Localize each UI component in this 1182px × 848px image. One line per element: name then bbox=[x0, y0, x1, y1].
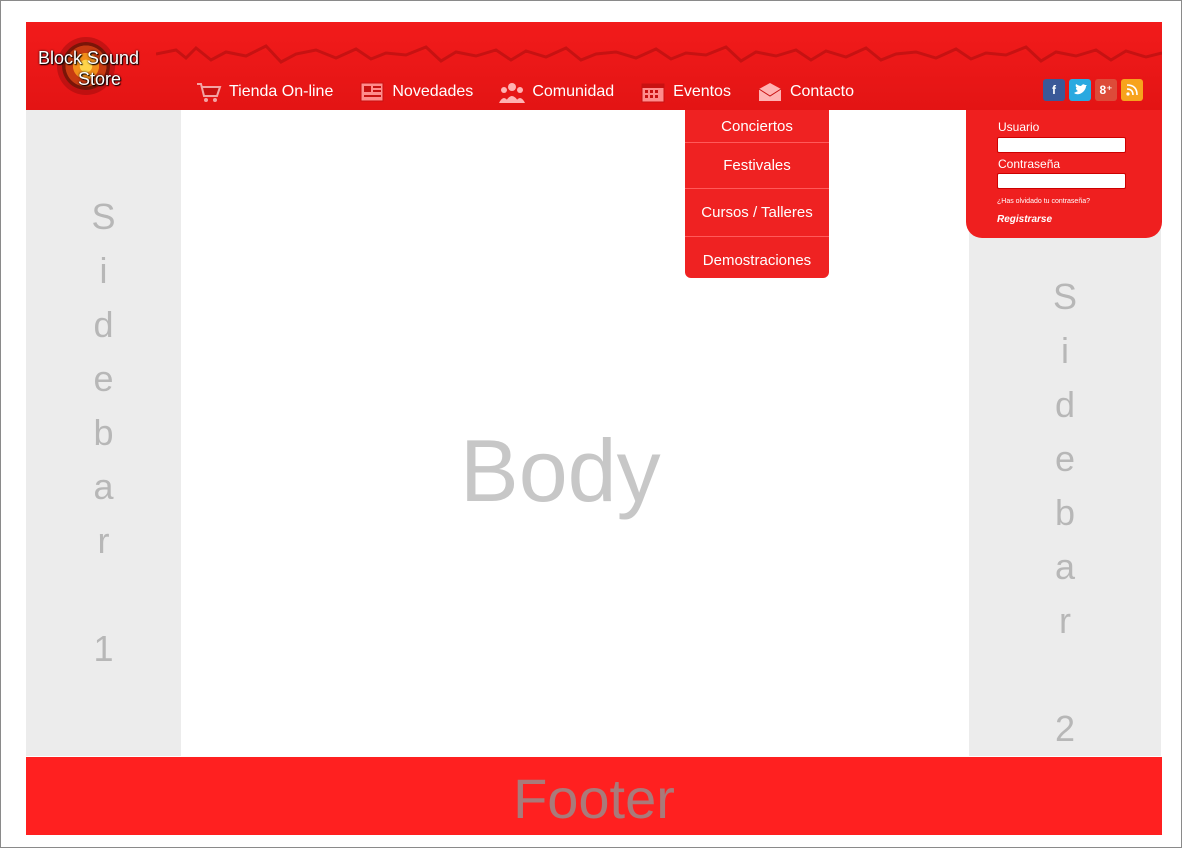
nav-item-comunidad[interactable]: Comunidad bbox=[499, 81, 614, 103]
nav-label: Eventos bbox=[673, 83, 731, 100]
dropdown-item-demostraciones[interactable]: Demostraciones bbox=[685, 252, 829, 269]
dropdown-item-festivales[interactable]: Festivales bbox=[685, 157, 829, 174]
username-input[interactable] bbox=[997, 137, 1126, 153]
newspaper-icon bbox=[359, 81, 385, 103]
password-input[interactable] bbox=[997, 173, 1126, 189]
dropdown-item-conciertos[interactable]: Conciertos bbox=[685, 118, 829, 135]
sidebar-letter: S bbox=[91, 196, 116, 237]
forgot-password-link[interactable]: ¿Has olvidado tu contraseña? bbox=[997, 198, 1090, 205]
sidebar-letter: b bbox=[93, 412, 114, 453]
google-plus-icon[interactable]: 8⁺ bbox=[1095, 79, 1117, 101]
sidebar-letter: 2 bbox=[1054, 708, 1076, 749]
sidebar-letter: a bbox=[1054, 546, 1076, 587]
nav-item-eventos[interactable]: Eventos bbox=[640, 81, 731, 103]
nav-label: Contacto bbox=[789, 83, 854, 100]
facebook-icon[interactable]: f bbox=[1043, 79, 1065, 101]
main-nav: Tienda On-line Novedades Comunidad Event… bbox=[196, 78, 880, 106]
nav-item-contacto[interactable]: Contacto bbox=[757, 81, 854, 103]
sidebar-letter: e bbox=[93, 358, 114, 399]
site-footer: Footer bbox=[26, 757, 1162, 835]
sidebar-letter: S bbox=[1052, 276, 1077, 317]
people-icon bbox=[499, 81, 526, 103]
sidebar-letter: b bbox=[1054, 492, 1076, 533]
envelope-icon bbox=[757, 81, 783, 103]
sound-wave-decoration bbox=[156, 44, 1162, 64]
sidebar-letter: r bbox=[1059, 600, 1071, 641]
nav-item-tienda[interactable]: Tienda On-line bbox=[196, 81, 333, 103]
shopping-cart-icon bbox=[196, 81, 222, 103]
dropdown-divider bbox=[685, 236, 829, 237]
dropdown-divider bbox=[685, 188, 829, 189]
body-placeholder: Body bbox=[460, 421, 661, 520]
rss-icon[interactable] bbox=[1121, 79, 1143, 101]
sidebar-letter: 1 bbox=[93, 628, 114, 669]
register-link[interactable]: Registrarse bbox=[997, 214, 1052, 225]
footer-placeholder: Footer bbox=[513, 767, 675, 830]
calendar-icon bbox=[640, 81, 666, 103]
sidebar-letter: d bbox=[93, 304, 114, 345]
logo-text-line2: Store bbox=[78, 69, 122, 89]
sidebar-letter: i bbox=[1061, 330, 1069, 371]
username-label: Usuario bbox=[998, 120, 1040, 134]
password-label: Contraseña bbox=[998, 157, 1061, 171]
nav-label: Tienda On-line bbox=[229, 83, 334, 100]
nav-item-novedades[interactable]: Novedades bbox=[359, 81, 473, 103]
eventos-dropdown: Conciertos Festivales Cursos / Talleres … bbox=[685, 110, 829, 278]
site-header: Block Sound Store Tienda On-line Novedad… bbox=[26, 22, 1162, 110]
sidebar-letter: a bbox=[93, 466, 114, 507]
twitter-icon[interactable] bbox=[1069, 79, 1091, 101]
login-panel: Usuario Contraseña ¿Has olvidado tu cont… bbox=[966, 110, 1162, 238]
sidebar-letter: i bbox=[99, 250, 108, 291]
sidebar-1: S i d e b a r 1 bbox=[26, 110, 181, 756]
nav-label: Comunidad bbox=[532, 83, 615, 100]
sidebar-letter: d bbox=[1054, 384, 1076, 425]
logo-text-line1: Block Sound bbox=[38, 48, 140, 68]
sidebar-letter: e bbox=[1054, 438, 1076, 479]
social-links: f 8⁺ bbox=[1043, 79, 1143, 101]
sidebar-letter: r bbox=[97, 520, 110, 561]
nav-label: Novedades bbox=[392, 83, 474, 100]
dropdown-item-cursos[interactable]: Cursos / Talleres bbox=[685, 204, 829, 221]
site-logo[interactable]: Block Sound Store bbox=[36, 24, 168, 98]
dropdown-divider bbox=[685, 142, 829, 143]
